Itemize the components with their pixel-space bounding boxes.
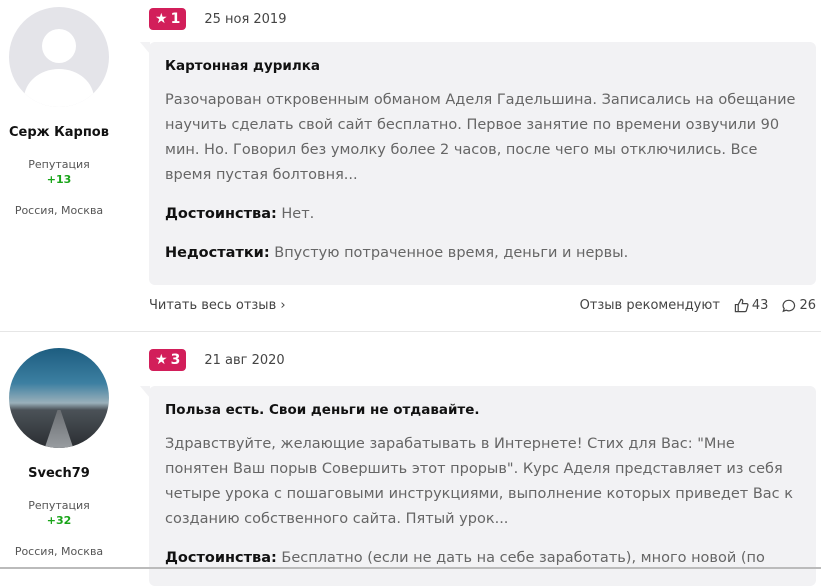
reviewer: Svech79 Репутация +32 Россия, Москва	[0, 341, 118, 558]
rating-value: 3	[170, 352, 181, 368]
review-title[interactable]: Польза есть. Свои деньги не отдавайте.	[165, 402, 800, 418]
divider	[0, 331, 821, 332]
cons: Недостатки: Впустую потраченное время, д…	[165, 241, 800, 266]
pros: Достоинства: Нет.	[165, 202, 800, 227]
comment-count: 26	[799, 298, 816, 313]
avatar[interactable]	[9, 348, 109, 448]
star-icon: ★	[155, 11, 168, 27]
review-card: Польза есть. Свои деньги не отдавайте. З…	[140, 386, 816, 586]
pros-label: Достоинства:	[165, 550, 277, 566]
rating-value: 1	[170, 11, 181, 27]
reviewer: Серж Карпов Репутация +13 Россия, Москва	[0, 0, 118, 217]
read-more-link[interactable]: Читать весь отзыв ›	[149, 298, 286, 313]
chevron-right-icon: ›	[280, 298, 286, 313]
reviewer-name[interactable]: Svech79	[0, 466, 118, 481]
cons-text: Впустую потраченное время, деньги и нерв…	[274, 245, 629, 261]
pros-text: Нет.	[281, 206, 315, 222]
reviewer-name[interactable]: Серж Карпов	[0, 125, 118, 140]
review-footer: Читать весь отзыв › Отзыв рекомендуют 43…	[149, 298, 816, 313]
comment-icon	[782, 299, 796, 312]
like-count: 43	[751, 298, 769, 313]
review-title[interactable]: Картонная дурилка	[165, 58, 800, 74]
comments-button[interactable]: 26	[782, 298, 816, 313]
thumbs-up-icon	[734, 298, 749, 313]
pros-label: Достоинства:	[165, 206, 277, 222]
pros-text: Бесплатно (если не дать на себе заработа…	[281, 550, 765, 566]
star-icon: ★	[155, 352, 168, 368]
recommend-label: Отзыв рекомендуют	[579, 298, 720, 313]
review-text: Здравствуйте, желающие зарабатывать в Ин…	[165, 436, 794, 527]
rating-badge: ★ 1	[149, 8, 187, 30]
location: Россия, Москва	[14, 204, 104, 217]
location: Россия, Москва	[14, 545, 104, 558]
review-date: 21 авг 2020	[204, 352, 285, 368]
review-date: 25 ноя 2019	[204, 11, 287, 27]
reputation-label: Репутация	[28, 158, 90, 171]
review-header: ★ 1 25 ноя 2019	[149, 8, 286, 30]
like-button[interactable]: 43	[734, 298, 769, 313]
reputation-value: +13	[46, 173, 72, 186]
avatar[interactable]	[9, 7, 109, 107]
review-header: ★ 3 21 авг 2020	[149, 349, 285, 371]
cons-label: Недостатки:	[165, 245, 270, 261]
reputation-label: Репутация	[28, 499, 90, 512]
review-card: Картонная дурилка Разочарован откровенны…	[140, 42, 816, 285]
reputation-value: +32	[46, 514, 72, 527]
review-text: Разочарован откровенным обманом Аделя Га…	[165, 92, 796, 183]
rating-badge: ★ 3	[149, 349, 187, 371]
